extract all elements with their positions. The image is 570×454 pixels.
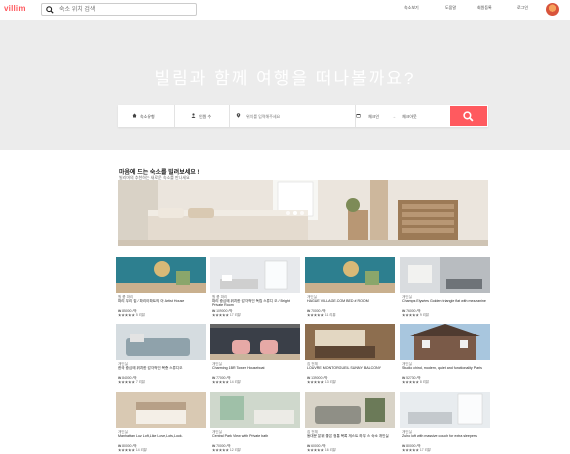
calendar-icon (356, 114, 361, 118)
search-submit-button[interactable] (450, 106, 487, 126)
listing-name: 파리 우리 집 / 파리아파트의 아 Artist House (118, 299, 185, 303)
date-arrow-icon: → (392, 114, 396, 119)
hero-title: 빌림과 함께 여행을 떠나볼까요? (154, 69, 416, 88)
listing-photo (305, 257, 395, 293)
listing-photo (400, 257, 490, 293)
listing-photo (305, 392, 395, 428)
location-placeholder: 위치를 입력해주세요 (246, 114, 281, 119)
location-pin-icon (236, 113, 241, 118)
listing-name: LOUVRE MONTORGUEIL SUNNY BALCONY (307, 366, 382, 370)
top-nav: villim 숙소보기 도움말 회원등록 로그인 (0, 0, 570, 20)
search-icon (46, 6, 54, 14)
listing-photo (116, 324, 206, 360)
header-search[interactable] (41, 3, 197, 16)
listing-name: Studio chind, modern, quiet and function… (402, 366, 482, 370)
hero: 빌림과 함께 여행을 떠나볼까요? 숙소유형 인원 수 위치를 입력해주세요 체… (0, 20, 570, 150)
nav-link-stays[interactable]: 숙소보기 (404, 5, 419, 11)
listing-photo (400, 392, 490, 428)
listing-name: 한국 중심에 위치한 감각적인 복층 스튜디오 (118, 366, 183, 370)
listing-rating: ★★★★★ 14 리뷰 (118, 448, 147, 452)
listing-name: 파리 중심에 위치한 감각적인 독립 스튜디 오 / Bright Privat… (212, 299, 290, 308)
listing-rating: ★★★★★ 13 리뷰 (307, 380, 336, 384)
listing-name: Zuho loft with massive couch for extra s… (402, 434, 477, 438)
listing-rating: ★★★★★ 14 리뷰 (212, 380, 241, 384)
stay-type-label: 숙소유형 (140, 114, 155, 119)
listing-rating: ★★★★★ 5 리뷰 (118, 313, 145, 317)
listing-name: HAGUE VILLAGE.COM BED # ROOM (307, 299, 369, 303)
stay-type-select[interactable]: 숙소유형 (118, 105, 175, 127)
listing-name: 동대문 분위 좋은 정통 복록 게스트 하우 스 숙소 개인실 (307, 434, 389, 438)
checkout-label[interactable]: 체크아웃 (402, 114, 417, 120)
listing-photo (210, 257, 300, 293)
listing-rating: ★★★★★ 9 리뷰 (402, 313, 429, 317)
nav-link-login[interactable]: 로그인 (517, 5, 528, 11)
listing-rating: ★★★★★ 17 리뷰 (402, 448, 431, 452)
nav-link-signup[interactable]: 회원등록 (477, 5, 492, 11)
listing-rating: ★★★★★ 12 리뷰 (212, 448, 241, 452)
listing-name: Manhattan Luz Loft,Like Love,Lots,Look. (118, 434, 183, 438)
carousel-dot[interactable] (286, 211, 290, 215)
listing-photo (400, 324, 490, 360)
listing-photo (210, 392, 300, 428)
listing-name: Central Park View with Private bath (212, 434, 269, 438)
person-icon (191, 113, 196, 118)
listing-name: Charming 1BR Tower Houseboat (212, 366, 265, 370)
listing-photo (210, 324, 300, 360)
logo[interactable]: villim (4, 4, 26, 13)
listing-rating: ★★★★★ 17 리뷰 (212, 313, 241, 317)
search-input[interactable] (59, 5, 193, 15)
carousel-dot[interactable] (293, 211, 297, 215)
date-range[interactable]: 체크인 → 체크아웃 (356, 105, 450, 127)
guests-label: 인원 수 (199, 114, 212, 119)
location-field[interactable]: 위치를 입력해주세요 (230, 105, 356, 127)
guests-select[interactable]: 인원 수 (175, 105, 230, 127)
avatar[interactable] (546, 3, 559, 16)
stay-search-bar: 숙소유형 인원 수 위치를 입력해주세요 체크인 → 체크아웃 (118, 105, 488, 127)
listing-rating: ★★★★★ 8 리뷰 (402, 380, 429, 384)
listing-photo (116, 392, 206, 428)
listing-photo (305, 324, 395, 360)
listing-name: Champs Elysées Golden triangle flat with… (402, 299, 486, 303)
listing-rating: ★★★★★ 7 리뷰 (118, 380, 145, 384)
home-icon (132, 113, 137, 118)
nav-link-help[interactable]: 도움말 (445, 5, 456, 11)
listing-photo (116, 257, 206, 293)
checkin-label[interactable]: 체크인 (368, 114, 379, 120)
listing-rating: ★★★★★ 16 리뷰 (307, 448, 336, 452)
carousel-dot[interactable] (300, 211, 304, 215)
search-icon (463, 111, 474, 122)
listing-rating: ★★★★★ 11 리뷰 (307, 313, 336, 317)
